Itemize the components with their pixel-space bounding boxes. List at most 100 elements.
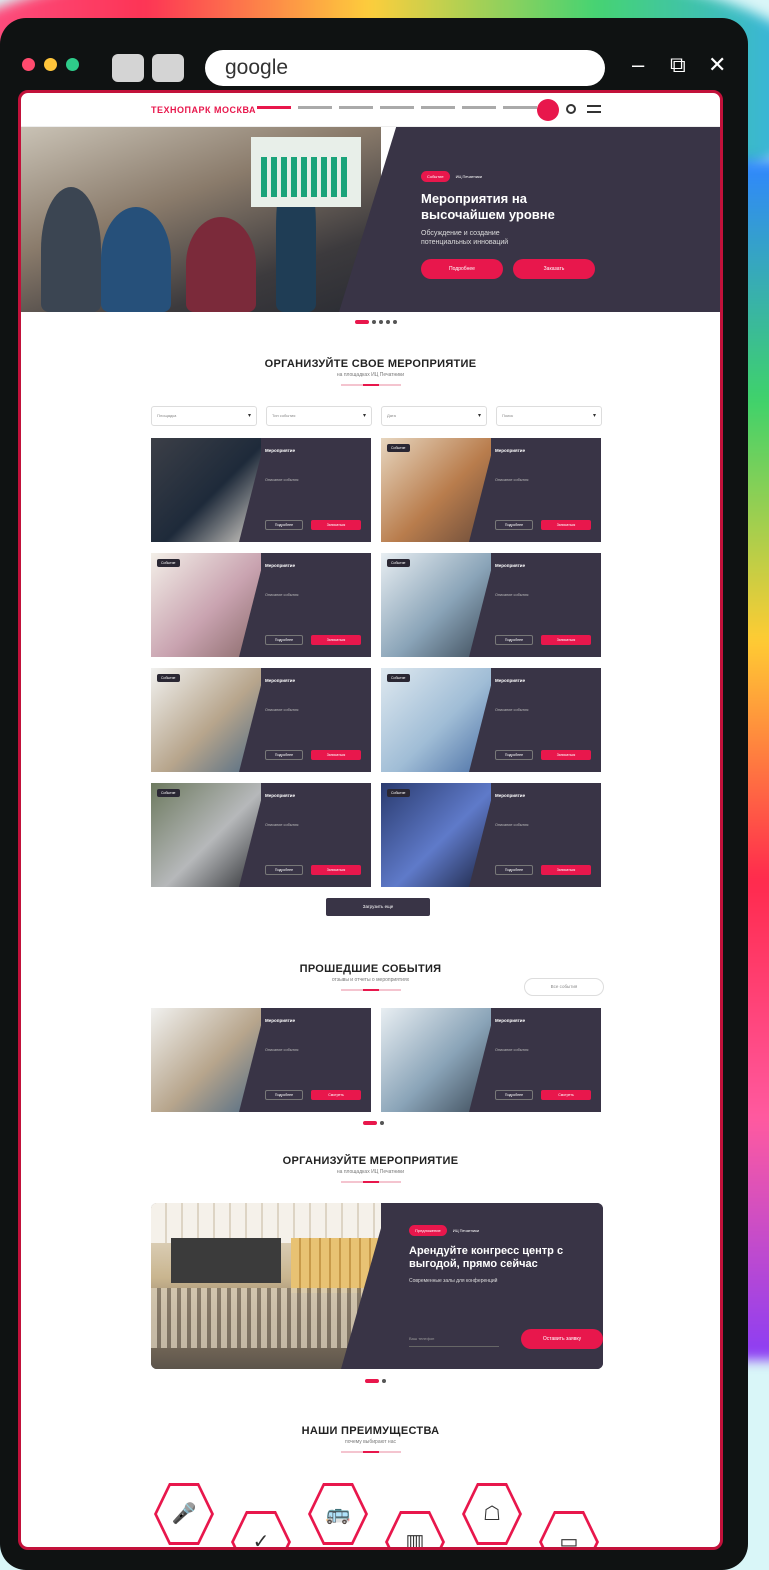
card-title: Мероприятие bbox=[265, 563, 296, 568]
promo-tag-secondary: ИЦ Печатники bbox=[452, 1228, 480, 1233]
promo-submit-button[interactable]: Оставить заявку bbox=[521, 1329, 603, 1349]
card-text: Описание события bbox=[495, 593, 529, 597]
nav-link[interactable] bbox=[339, 106, 373, 109]
address-bar[interactable]: google bbox=[205, 50, 605, 86]
all-events-button[interactable]: Все события bbox=[524, 978, 604, 996]
forward-button[interactable] bbox=[152, 54, 184, 82]
microphone-icon: 🎤 bbox=[154, 1483, 214, 1545]
section-subtitle: на площадках ИЦ Печатники bbox=[336, 372, 405, 378]
card-signup-button[interactable]: Смотреть bbox=[541, 1090, 591, 1100]
card-signup-button[interactable]: Записаться bbox=[541, 520, 591, 530]
bus-icon: 🚌 bbox=[308, 1483, 368, 1545]
site-logo[interactable]: ТЕХНОПАРК МОСКВА bbox=[151, 105, 256, 115]
search-icon[interactable] bbox=[566, 104, 576, 114]
card-more-button[interactable]: Подробнее bbox=[265, 750, 303, 760]
card-more-button[interactable]: Подробнее bbox=[495, 750, 533, 760]
card-more-button[interactable]: Подробнее bbox=[265, 635, 303, 645]
past-slider-dots[interactable] bbox=[363, 1121, 384, 1125]
card-signup-button[interactable]: Записаться bbox=[541, 750, 591, 760]
section-title: НАШИ ПРЕИМУЩЕСТВА bbox=[301, 1425, 440, 1437]
nav-link[interactable] bbox=[257, 106, 291, 109]
card-signup-button[interactable]: Записаться bbox=[541, 865, 591, 875]
nav-link[interactable] bbox=[380, 106, 414, 109]
card-signup-button[interactable]: Записаться bbox=[541, 635, 591, 645]
minimize-icon[interactable]: – bbox=[632, 50, 644, 80]
sofa-icon: ▭ bbox=[539, 1511, 599, 1547]
promo-slider-dots[interactable] bbox=[365, 1379, 386, 1383]
hall-icon: ▥ bbox=[385, 1511, 445, 1547]
filter-search-input[interactable]: Поиск bbox=[496, 406, 602, 426]
site.cards-card[interactable]: Событие Мероприятие Описание события Подроб… bbox=[381, 783, 601, 887]
hero-subtitle: Обсуждение и создание потенциальных инно… bbox=[421, 230, 509, 246]
card-badge: Событие bbox=[157, 789, 180, 797]
hero-more-button[interactable]: Подробнее bbox=[421, 259, 503, 279]
card-title: Мероприятие bbox=[495, 563, 526, 568]
card-signup-button[interactable]: Записаться bbox=[311, 750, 361, 760]
card-more-button[interactable]: Подробнее bbox=[495, 520, 533, 530]
card-more-button[interactable]: Подробнее bbox=[495, 865, 533, 875]
site.cards-card[interactable]: Событие Мероприятие Описание события Подроб… bbox=[381, 438, 601, 542]
card-text: Описание события bbox=[495, 478, 529, 482]
promo-text: Современные залы для конференций bbox=[409, 1278, 498, 1284]
card-text: Описание события bbox=[495, 1048, 529, 1052]
main-nav bbox=[257, 106, 537, 109]
promo-image bbox=[151, 1203, 381, 1369]
card-badge: Событие bbox=[157, 674, 180, 682]
site.cards-card[interactable]: Событие Мероприятие Описание события Подроб… bbox=[381, 668, 601, 772]
card-title: Мероприятие bbox=[265, 678, 296, 683]
card-text: Описание события bbox=[265, 1048, 299, 1052]
site.cards-card[interactable]: Событие Мероприятие Описание события Подроб… bbox=[151, 783, 371, 887]
section-divider bbox=[340, 989, 401, 991]
card-signup-button[interactable]: Записаться bbox=[311, 865, 361, 875]
card-badge: Событие bbox=[387, 559, 410, 567]
section-divider bbox=[340, 1181, 401, 1183]
close-icon[interactable]: ✕ bbox=[708, 50, 726, 80]
section-organize-2: ОРГАНИЗУЙТЕ МЕРОПРИЯТИЕ на площадках ИЦ … bbox=[21, 1155, 720, 1183]
card-title: Мероприятие bbox=[265, 448, 296, 453]
hero-order-button[interactable]: Заказать bbox=[513, 259, 595, 279]
nav-link[interactable] bbox=[503, 106, 537, 109]
site.cards-card[interactable]: Событие Мероприятие Описание события Подроб… bbox=[151, 668, 371, 772]
back-button[interactable] bbox=[112, 54, 144, 82]
cloche-icon: ☖ bbox=[462, 1483, 522, 1545]
site.past_cards-card[interactable]: Мероприятие Описание события Подробнее Смот… bbox=[381, 1008, 601, 1112]
hero-banner: Событие ИЦ Печатники Мероприятия на высоч… bbox=[21, 127, 720, 312]
card-signup-button[interactable]: Записаться bbox=[311, 520, 361, 530]
menu-icon[interactable] bbox=[587, 105, 601, 113]
section-divider bbox=[340, 1451, 401, 1453]
maximize-dot[interactable] bbox=[66, 58, 79, 71]
filter-date-select[interactable]: Дата bbox=[381, 406, 487, 426]
card-more-button[interactable]: Подробнее bbox=[495, 635, 533, 645]
card-more-button[interactable]: Подробнее bbox=[265, 520, 303, 530]
nav-link[interactable] bbox=[298, 106, 332, 109]
card-text: Описание события bbox=[265, 478, 299, 482]
nav-link[interactable] bbox=[462, 106, 496, 109]
filter-venue-select[interactable]: Площадка bbox=[151, 406, 257, 426]
phone-input[interactable]: Ваш телефон bbox=[409, 1331, 499, 1347]
card-more-button[interactable]: Подробнее bbox=[265, 1090, 303, 1100]
hero-image bbox=[21, 127, 381, 312]
site.past_cards-card[interactable]: Мероприятие Описание события Подробнее Смот… bbox=[151, 1008, 371, 1112]
event-filters: Площадка Тип события Дата Поиск bbox=[151, 406, 602, 426]
browser-titlebar: google – ⧉ ✕ bbox=[0, 18, 748, 86]
close-dot[interactable] bbox=[22, 58, 35, 71]
card-title: Мероприятие bbox=[265, 793, 296, 798]
site.cards-card[interactable]: Мероприятие Описание события Подробнее Запи… bbox=[151, 438, 371, 542]
filter-type-select[interactable]: Тип события bbox=[266, 406, 372, 426]
site.cards-card[interactable]: Событие Мероприятие Описание события Подроб… bbox=[151, 553, 371, 657]
load-more-button[interactable]: Загрузить еще bbox=[326, 898, 430, 916]
site.cards-card[interactable]: Событие Мероприятие Описание события Подроб… bbox=[381, 553, 601, 657]
minimize-dot[interactable] bbox=[44, 58, 57, 71]
card-signup-button[interactable]: Записаться bbox=[311, 635, 361, 645]
restore-icon[interactable]: ⧉ bbox=[670, 50, 686, 80]
hero-slider-dots[interactable] bbox=[355, 320, 397, 324]
user-icon[interactable] bbox=[537, 99, 559, 121]
card-more-button[interactable]: Подробнее bbox=[265, 865, 303, 875]
card-badge: Событие bbox=[157, 559, 180, 567]
card-signup-button[interactable]: Смотреть bbox=[311, 1090, 361, 1100]
card-text: Описание события bbox=[265, 593, 299, 597]
nav-link[interactable] bbox=[421, 106, 455, 109]
section-subtitle: на площадках ИЦ Печатники bbox=[336, 1169, 405, 1175]
card-more-button[interactable]: Подробнее bbox=[495, 1090, 533, 1100]
section-title: ПРОШЕДШИЕ СОБЫТИЯ bbox=[299, 963, 442, 975]
